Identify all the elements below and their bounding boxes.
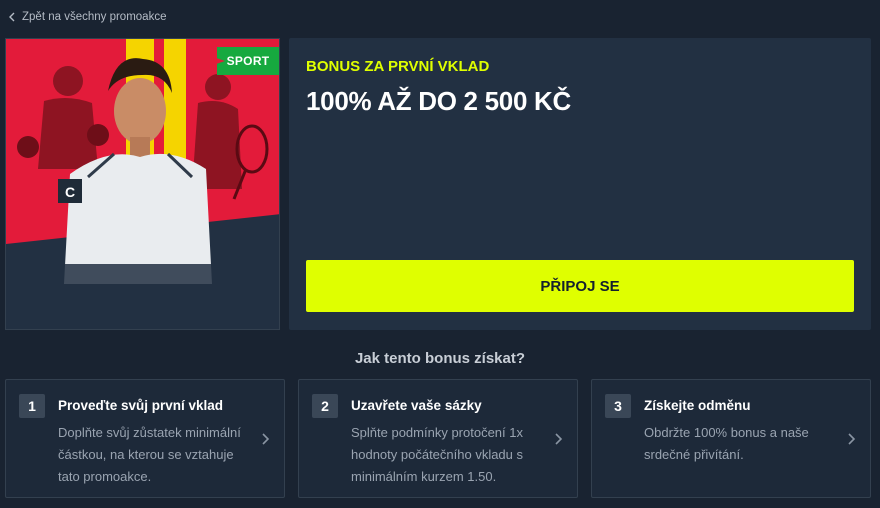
- back-to-promotions-link[interactable]: Zpět na všechny promoakce: [8, 11, 166, 23]
- step-card-bets[interactable]: 2 Uzavřete vaše sázky Splňte podmínky pr…: [298, 379, 578, 498]
- step-number: 2: [312, 394, 338, 418]
- step-card-deposit[interactable]: 1 Proveďte svůj první vklad Doplňte svůj…: [5, 379, 285, 498]
- chevron-left-icon: [9, 12, 15, 22]
- back-link-label: Zpět na všechny promoakce: [22, 11, 167, 23]
- athletes-illustration: C: [6, 39, 279, 329]
- step-title: Získejte odměnu: [644, 398, 751, 413]
- step-number: 3: [605, 394, 631, 418]
- offer-panel: BONUS ZA PRVNÍ VKLAD 100% AŽ DO 2 500 KČ…: [289, 38, 871, 330]
- sport-badge: SPORT: [217, 47, 279, 75]
- step-card-reward[interactable]: 3 Získejte odměnu Obdržte 100% bonus a n…: [591, 379, 871, 498]
- how-to-title: Jak tento bonus získat?: [354, 350, 526, 367]
- step-title: Uzavřete vaše sázky: [351, 398, 482, 413]
- offer-kicker: BONUS ZA PRVNÍ VKLAD: [306, 58, 490, 75]
- step-title: Proveďte svůj první vklad: [58, 398, 224, 413]
- step-description: Doplňte svůj zůstatek minimální částkou,…: [58, 425, 241, 484]
- chevron-right-icon: [262, 433, 270, 445]
- step-number: 1: [19, 394, 45, 418]
- join-button[interactable]: PŘIPOJ SE: [306, 260, 854, 312]
- step-description: Obdržte 100% bonus a naše srdečné přivít…: [644, 425, 809, 462]
- step-description: Splňte podmínky protočení 1x hodnoty poč…: [351, 425, 524, 484]
- chevron-right-icon: [555, 433, 563, 445]
- promo-hero-image: C SPORT: [5, 38, 280, 330]
- chevron-right-icon: [848, 433, 856, 445]
- offer-headline: 100% AŽ DO 2 500 KČ: [306, 86, 572, 116]
- svg-text:C: C: [65, 184, 75, 200]
